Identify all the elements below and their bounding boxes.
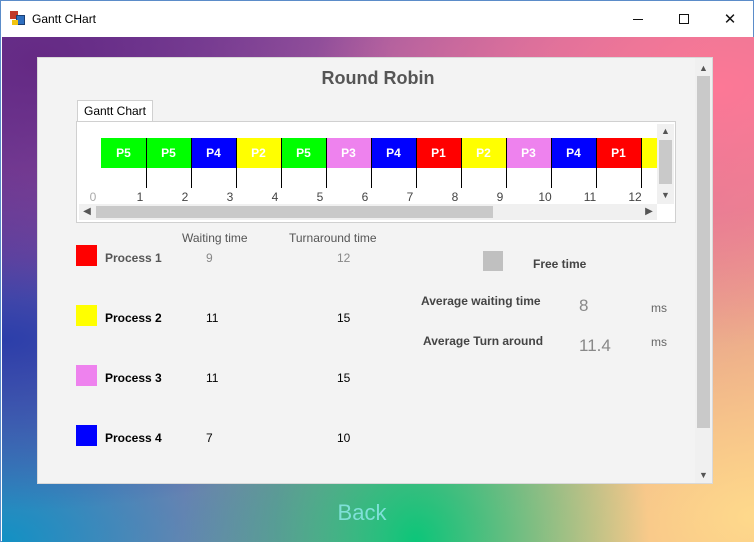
- gantt-block: P1: [416, 138, 461, 168]
- tab-gantt-chart[interactable]: Gantt Chart: [77, 100, 153, 122]
- gantt-block: P1: [596, 138, 641, 168]
- gantt-block: P4: [191, 138, 236, 168]
- scroll-up-icon[interactable]: ▲: [657, 124, 674, 138]
- gantt-time-label: 10: [538, 190, 552, 204]
- gantt-tick: [191, 138, 192, 188]
- gantt-tick: [326, 138, 327, 188]
- scroll-left-icon[interactable]: ◀: [79, 204, 95, 220]
- gantt-block: P4: [551, 138, 596, 168]
- gantt-chart: P5 P5 P4 P2 P5 P3 P4 P1 P2 P3 P4 P1 0 1 2 3 4 5 6 7 8 9 10 11 12: [79, 124, 657, 204]
- scroll-thumb[interactable]: [96, 206, 493, 218]
- gantt-tick: [236, 138, 237, 188]
- process-1-waiting: 9: [206, 251, 213, 265]
- maximize-button[interactable]: [661, 1, 707, 37]
- process-3-label: Process 3: [105, 371, 162, 385]
- gantt-block: P5: [101, 138, 146, 168]
- app-icon: [10, 11, 25, 26]
- gantt-block: P2: [461, 138, 506, 168]
- turnaround-time-header: Turnaround time: [289, 231, 377, 245]
- gantt-block: P5: [281, 138, 326, 168]
- gantt-block: P2: [236, 138, 281, 168]
- client-area: Round Robin Gantt Chart P5 P5 P4 P2 P5 P3 P4 P1…: [2, 37, 754, 542]
- gantt-time-label: 4: [271, 190, 279, 204]
- gantt-tick: [551, 138, 552, 188]
- process-2-label: Process 2: [105, 311, 162, 325]
- process-2-waiting: 11: [206, 311, 219, 325]
- close-button[interactable]: ✕: [707, 1, 753, 37]
- waiting-time-header: Waiting time: [182, 231, 248, 245]
- minimize-button[interactable]: [615, 1, 661, 37]
- average-waiting-time-unit: ms: [651, 301, 667, 315]
- free-time-color-swatch: [483, 251, 503, 271]
- process-4-turnaround: 10: [337, 431, 351, 445]
- gantt-time-label: 5: [316, 190, 324, 204]
- scroll-thumb[interactable]: [697, 76, 710, 428]
- gantt-time-label: 7: [406, 190, 414, 204]
- title-bar: Gantt CHart ✕: [1, 1, 753, 37]
- gantt-tick: [281, 138, 282, 188]
- gantt-tick: [596, 138, 597, 188]
- gantt-tick: [506, 138, 507, 188]
- gantt-time-label: 0: [89, 190, 97, 204]
- gantt-vertical-scrollbar[interactable]: ▲ ▼: [657, 124, 674, 204]
- gantt-tick: [461, 138, 462, 188]
- gantt-block: P3: [506, 138, 551, 168]
- gantt-time-label: 2: [181, 190, 189, 204]
- average-turnaround-value: 11.4: [579, 336, 611, 355]
- process-4-waiting: 7: [206, 431, 213, 445]
- app-window: Gantt CHart ✕ Round Robin Gantt Chart P5…: [0, 0, 754, 542]
- results-panel: Round Robin Gantt Chart P5 P5 P4 P2 P5 P3 P4 P1…: [37, 57, 713, 484]
- gantt-block: P5: [146, 138, 191, 168]
- gantt-time-label: 12: [628, 190, 642, 204]
- gantt-time-label: 1: [136, 190, 144, 204]
- panel-vertical-scrollbar[interactable]: ▲ ▼: [695, 58, 712, 483]
- process-2-turnaround: 15: [337, 311, 351, 325]
- average-waiting-time-value: 8: [579, 296, 589, 315]
- gantt-time-label: 3: [226, 190, 234, 204]
- gantt-block: P3: [326, 138, 371, 168]
- gantt-tick: [416, 138, 417, 188]
- gantt-time-label: 11: [583, 190, 597, 204]
- gantt-block: P4: [371, 138, 416, 168]
- scroll-thumb[interactable]: [659, 140, 672, 184]
- average-waiting-time-label: Average waiting time: [421, 294, 541, 308]
- gantt-time-label: 9: [496, 190, 504, 204]
- gantt-horizontal-scrollbar[interactable]: ◀ ▶: [79, 204, 657, 220]
- gantt-time-label: 6: [361, 190, 369, 204]
- process-2-color-swatch: [76, 305, 97, 326]
- scroll-up-icon[interactable]: ▲: [695, 60, 712, 76]
- gantt-tick: [641, 138, 642, 188]
- scroll-right-icon[interactable]: ▶: [641, 204, 657, 220]
- page-title: Round Robin: [321, 68, 435, 88]
- gantt-block: [641, 138, 657, 168]
- average-turnaround-label: Average Turn around: [423, 334, 544, 348]
- free-time-label: Free time: [533, 257, 587, 271]
- maximize-icon: [679, 14, 689, 24]
- scroll-down-icon[interactable]: ▼: [695, 467, 712, 483]
- process-4-color-swatch: [76, 425, 97, 446]
- gantt-tick: [146, 138, 147, 188]
- average-turnaround-unit: ms: [651, 335, 667, 349]
- process-3-color-swatch: [76, 365, 97, 386]
- process-4-label: Process 4: [105, 431, 162, 445]
- gantt-tab-body: P5 P5 P4 P2 P5 P3 P4 P1 P2 P3 P4 P1 0 1 2 3 4 5 6 7 8 9 10 11 12…: [76, 121, 676, 223]
- process-3-turnaround: 15: [337, 371, 351, 385]
- gantt-time-label: 8: [451, 190, 459, 204]
- minimize-icon: [633, 18, 643, 20]
- process-1-label: Process 1: [105, 251, 162, 265]
- scroll-down-icon[interactable]: ▼: [657, 188, 674, 202]
- process-1-turnaround: 12: [337, 251, 351, 265]
- process-1-color-swatch: [76, 245, 97, 266]
- window-title: Gantt CHart: [32, 12, 97, 26]
- process-3-waiting: 11: [206, 371, 219, 385]
- back-button[interactable]: Back: [322, 495, 402, 531]
- gantt-tick: [371, 138, 372, 188]
